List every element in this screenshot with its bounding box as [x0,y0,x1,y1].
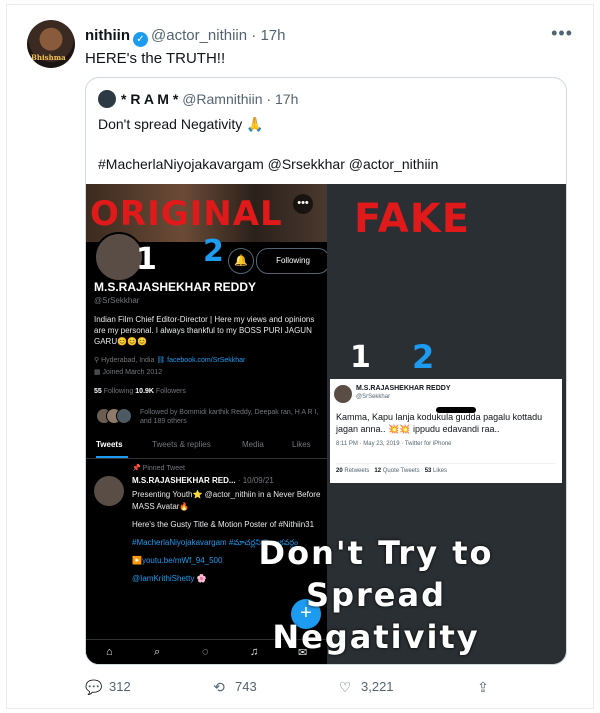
fake-retweets-count: 20 [336,468,343,474]
author-avatar[interactable]: Bhishma [27,20,75,68]
follower-avatar-3 [116,408,132,424]
fake-tweet-avatar [334,385,352,403]
avatar-logo-text: Bhishma [31,53,66,62]
notification-bell-icon: 🔔 [228,248,254,274]
fake-quotes-label: Quote Tweets [382,468,420,474]
tweet-text: HERE's the TRUTH!! [85,50,226,67]
tab-tweets-replies: Tweets & replies [152,440,211,449]
overlay-text-line1: Don't Try to [258,534,494,572]
heart-icon: ♡ [338,679,352,695]
fake-tweet-text: Kamma, Kapu lanja kodukula gudda pagalu … [336,412,543,434]
quoted-text-line1: Don't spread Negativity 🙏 [98,116,264,132]
search-icon: ⌕ [154,646,161,658]
profile-tabs: Tweets Tweets & replies Media Likes [86,436,327,459]
home-icon: ⌂ [106,646,113,658]
profile-link: ⛓ facebook.com/SrSekkhar [156,357,246,364]
fake-likes-count: 53 [424,468,432,474]
reply-count: 312 [109,679,131,694]
retweet-count: 743 [235,679,257,694]
marker-1-left: 1 [136,242,157,277]
tweet-card[interactable]: Bhishma nithiin ✓ @actor_nithiin · 17h •••… [6,4,594,709]
share-icon: ⇪ [477,679,489,695]
following-button: Following [256,248,327,274]
quoted-avatar [98,90,116,108]
tab-tweets: Tweets [96,440,123,449]
like-count: 3,221 [361,679,394,694]
pinned-line-2: Here's the Gusty Title & Motion Poster o… [132,520,315,529]
quoted-text-hashtags: #MacherlaNiyojakavargam @Srsekkhar @acto… [98,156,439,172]
quoted-media-image[interactable]: ORIGINAL ••• 1 2 🔔 Following M.S.RAJASHE… [86,184,566,664]
tweet-time[interactable]: · 17h [251,27,285,44]
pinned-line-1: Presenting Youth⭐ @actor_nithiin in a Ne… [132,490,321,511]
pinned-label: 📌 Pinned Tweet [132,465,185,472]
quoted-author-name: * R A M * [121,91,179,107]
followed-by-text: Followed by Bommidi karthik Reddy, Deepa… [140,409,319,425]
quoted-author-handle: @Ramnithiin [182,91,263,107]
profile-bio: Indian Film Chief Editor-Director | Here… [94,315,315,346]
fake-tweet-name: M.S.RAJASHEKHAR REDDY [356,385,451,392]
author-handle[interactable]: @actor_nithiin [151,27,247,44]
fake-likes-label: Likes [433,468,448,474]
pinned-tweet-header: M.S.RAJASHEKHAR RED... · 10/09/21 [132,476,274,485]
retweet-icon: ⟲ [213,679,225,695]
tab-likes: Likes [292,440,311,449]
reply-button[interactable]: 💬 312 [85,679,131,696]
profile-joined: ▦ Joined March 2012 [94,369,163,376]
marker-2-left: 2 [203,234,224,269]
tab-media: Media [242,440,264,449]
active-tab-indicator [96,456,128,458]
profile-counts: 55 Following 10.9K Followers [94,388,186,395]
retweet-button[interactable]: ⟲ 743 [211,679,257,696]
like-button[interactable]: ♡ 3,221 [337,679,394,696]
following-count: 55 [94,388,102,395]
pinned-tweet-date: · 10/09/21 [237,476,274,485]
quoted-time: · 17h [266,91,299,107]
share-button[interactable]: ⇪ [475,679,499,696]
profile-name: M.S.RAJASHEKHAR REDDY [94,280,257,294]
profile-handle: @SrSekkhar [94,296,140,305]
more-options-icon[interactable]: ••• [551,23,573,44]
tweet-actions: 💬 312 ⟲ 743 ♡ 3,221 ⇪ [85,677,555,701]
original-label: ORIGINAL [90,194,283,234]
overlay-text-line2: Spread [306,576,446,614]
pinned-tweet-avatar [94,476,124,506]
quoted-tweet[interactable]: * R A M * @Ramnithiin · 17h Don't spread… [85,77,567,665]
fake-quotes-count: 12 [374,468,382,474]
fake-tweet-stats: 20 Retweets 12 Quote Tweets 53 Likes [336,463,556,474]
fake-label: FAKE [354,196,471,242]
fake-tweet-screenshot: M.S.RAJASHEKHAR REDDY @SrSekkhar Kamma, … [330,379,562,483]
overlay-text-line3: Negativity [272,618,480,656]
tweet-header: nithiin ✓ @actor_nithiin · 17h [85,27,285,47]
followers-label: Followers [155,388,186,395]
reply-icon: 💬 [85,679,103,695]
author-name[interactable]: nithiin [85,27,130,44]
following-label: Following [103,388,134,395]
profile-location: ⚲ Hyderabad, India [94,357,155,364]
marker-2-right: 2 [412,338,435,376]
profile-location-row: ⚲ Hyderabad, India ⛓ facebook.com/SrSekk… [94,356,245,364]
marker-1-right: 1 [350,340,371,375]
followers-count: 10.9K [135,388,154,395]
verified-badge-icon: ✓ [133,32,148,47]
fake-tweet-meta: 8:11 PM · May 23, 2019 · Twitter for iPh… [336,441,452,447]
fake-retweets-label: Retweets [344,468,370,474]
pinned-tweet-author: M.S.RAJASHEKHAR RED... [132,476,236,485]
fake-tweet-handle: @SrSekkhar [356,394,391,400]
quoted-header: * R A M * @Ramnithiin · 17h [98,90,298,108]
banner-more-icon: ••• [293,194,313,214]
